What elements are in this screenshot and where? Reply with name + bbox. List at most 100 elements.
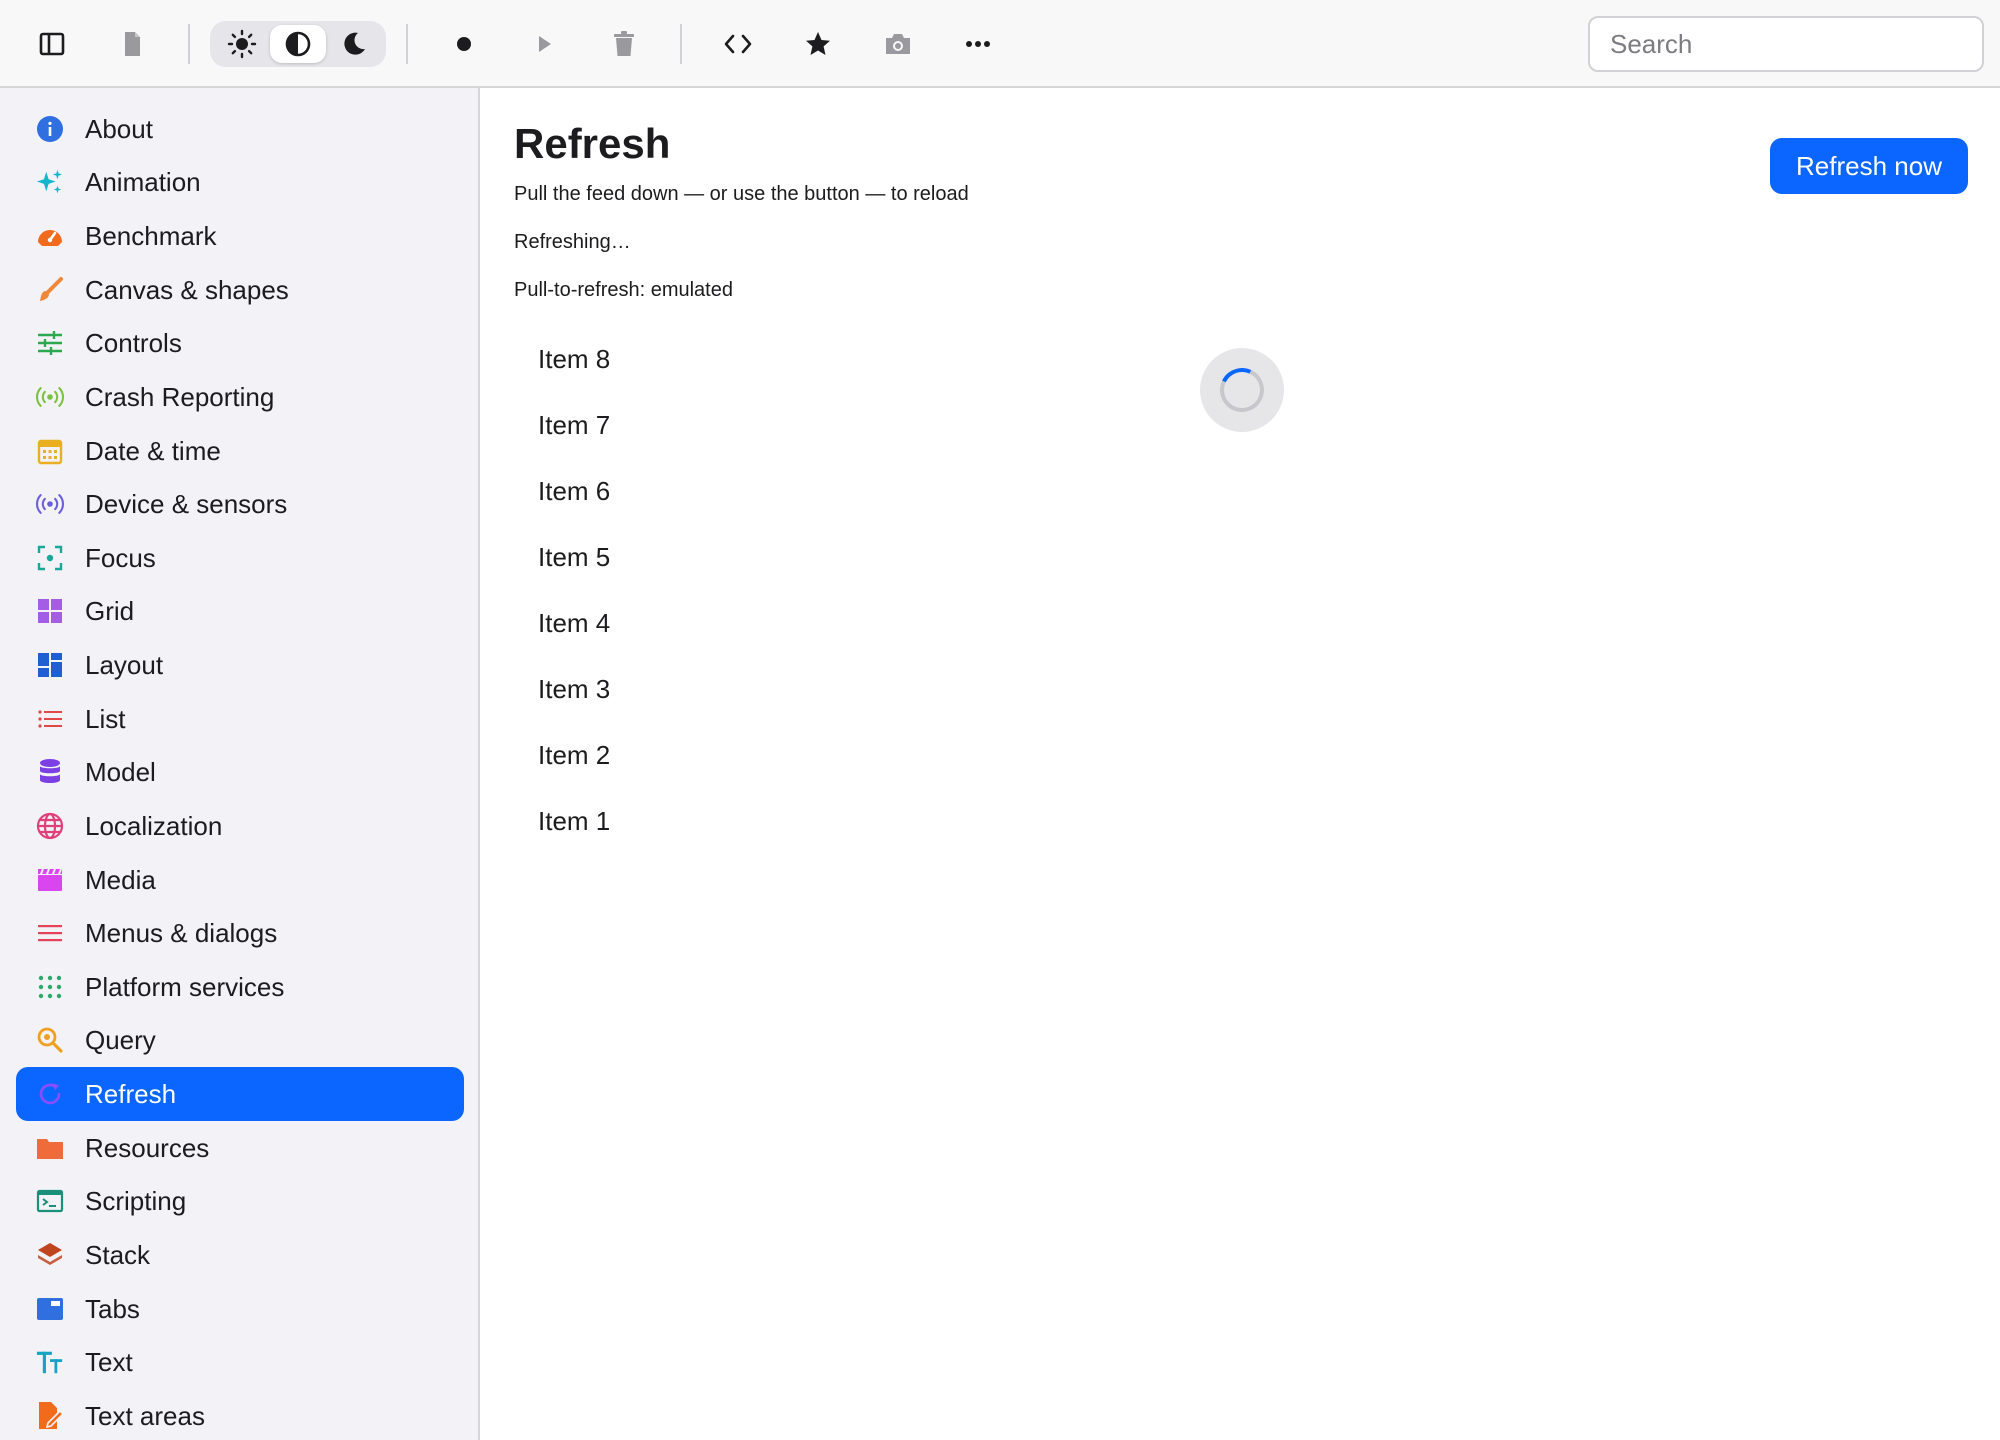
sidebar-item-label: Query [85, 1025, 156, 1055]
layers-icon [36, 1241, 64, 1269]
sidebar-item-platform-services[interactable]: Platform services [16, 960, 464, 1014]
sidebar-item-animation[interactable]: Animation [16, 155, 464, 209]
sidebar-item-grid[interactable]: Grid [16, 584, 464, 638]
sidebar-item-model[interactable]: Model [16, 745, 464, 799]
sidebar: About Animation Benchmark Canvas & shape… [0, 88, 480, 1440]
sliders-icon [36, 329, 64, 357]
theme-switcher [210, 21, 386, 67]
sidebar-item-menus-dialogs[interactable]: Menus & dialogs [16, 906, 464, 960]
list-item[interactable]: Item 2 [538, 740, 610, 770]
sidebar-item-label: Device & sensors [85, 489, 288, 519]
code-icon [724, 34, 752, 54]
sidebar-item-text-areas[interactable]: Text areas [16, 1389, 464, 1440]
sidebar-item-list[interactable]: List [16, 692, 464, 746]
document-edit-icon [36, 1402, 64, 1430]
sidebar-item-benchmark[interactable]: Benchmark [16, 209, 464, 263]
clapperboard-icon [36, 866, 64, 894]
sidebar-item-crash-reporting[interactable]: Crash Reporting [16, 370, 464, 424]
speedometer-icon [36, 222, 64, 250]
layout-icon [36, 651, 64, 679]
sparkles-icon [36, 168, 64, 196]
theme-light-option[interactable] [214, 25, 270, 63]
sidebar-toggle-button[interactable] [28, 20, 76, 68]
folder-icon [36, 1134, 64, 1162]
list-icon [36, 705, 64, 733]
globe-icon [36, 812, 64, 840]
spinner-icon [1213, 361, 1271, 419]
refresh-now-button[interactable]: Refresh now [1770, 138, 1968, 194]
sidebar-item-focus[interactable]: Focus [16, 531, 464, 585]
sidebar-item-layout[interactable]: Layout [16, 638, 464, 692]
record-button[interactable] [440, 20, 488, 68]
sidebar-item-label: Crash Reporting [85, 382, 275, 412]
list-item[interactable]: Item 4 [538, 608, 610, 638]
page-subtitle: Pull the feed down — or use the button —… [514, 183, 969, 205]
sidebar-item-label: About [85, 114, 153, 144]
toolbar-divider [680, 24, 682, 64]
tabs-icon [36, 1295, 64, 1323]
list-item[interactable]: Item 6 [538, 476, 610, 506]
sidebar-item-label: Layout [85, 650, 164, 680]
sidebar-item-refresh[interactable]: Refresh [16, 1067, 464, 1121]
toolbar [0, 0, 2000, 88]
refresh-status: Refreshing… [514, 231, 631, 253]
sidebar-item-controls[interactable]: Controls [16, 316, 464, 370]
play-icon [539, 36, 551, 52]
list-item[interactable]: Item 7 [538, 410, 610, 440]
more-button[interactable] [954, 20, 1002, 68]
calendar-icon [36, 437, 64, 465]
sidebar-item-label: Grid [85, 596, 135, 626]
sidebar-item-localization[interactable]: Localization [16, 799, 464, 853]
theme-auto-option[interactable] [270, 25, 326, 63]
sidebar-item-media[interactable]: Media [16, 853, 464, 907]
sidebar-item-tabs[interactable]: Tabs [16, 1282, 464, 1336]
code-button[interactable] [714, 20, 762, 68]
terminal-icon [36, 1187, 64, 1215]
sidebar-item-label: Date & time [85, 436, 221, 466]
favorite-button[interactable] [794, 20, 842, 68]
sidebar-item-date-time[interactable]: Date & time [16, 424, 464, 478]
sidebar-item-stack[interactable]: Stack [16, 1228, 464, 1282]
toolbar-divider [188, 24, 190, 64]
document-button[interactable] [108, 20, 156, 68]
list-item[interactable]: Item 1 [538, 806, 610, 836]
page-title: Refresh [514, 120, 671, 167]
sidebar-item-resources[interactable]: Resources [16, 1121, 464, 1175]
search-input[interactable] [1588, 16, 1984, 72]
paintbrush-icon [36, 276, 64, 304]
sidebar-item-text[interactable]: Text [16, 1335, 464, 1389]
trash-button[interactable] [600, 20, 648, 68]
sidebar-item-about[interactable]: About [16, 102, 464, 156]
screenshot-button[interactable] [874, 20, 922, 68]
sidebar-item-label: Animation [85, 167, 201, 197]
trash-icon [614, 31, 634, 56]
focus-icon [36, 544, 64, 572]
menu-icon [36, 919, 64, 947]
toolbar-divider [406, 24, 408, 64]
camera-icon [886, 34, 910, 54]
sidebar-item-device-sensors[interactable]: Device & sensors [16, 477, 464, 531]
list-item[interactable]: Item 8 [538, 344, 610, 374]
sun-icon [227, 29, 257, 59]
theme-dark-option[interactable] [326, 25, 382, 63]
more-icon [966, 41, 990, 47]
sidebar-item-label: Text areas [85, 1401, 205, 1431]
list-item[interactable]: Item 3 [538, 674, 610, 704]
info-icon [36, 115, 64, 143]
sidebar-item-label: Canvas & shapes [85, 275, 289, 305]
list-item[interactable]: Item 5 [538, 542, 610, 572]
sidebar-item-scripting[interactable]: Scripting [16, 1174, 464, 1228]
sidebar-item-label: Localization [85, 811, 223, 841]
refresh-icon [36, 1080, 64, 1108]
sidebar-item-canvas-shapes[interactable]: Canvas & shapes [16, 263, 464, 317]
pull-to-refresh-mode: Pull-to-refresh: emulated [514, 279, 733, 301]
sidebar-item-label: Resources [85, 1133, 210, 1163]
sidebar-item-query[interactable]: Query [16, 1013, 464, 1067]
play-button[interactable] [520, 20, 568, 68]
record-icon [457, 37, 471, 51]
sidebar-item-label: Text [85, 1347, 133, 1377]
sidebar-item-label: Scripting [85, 1186, 187, 1216]
sidebar-item-label: Media [85, 865, 156, 895]
grid-icon [36, 597, 64, 625]
magnifier-icon [36, 1026, 64, 1054]
